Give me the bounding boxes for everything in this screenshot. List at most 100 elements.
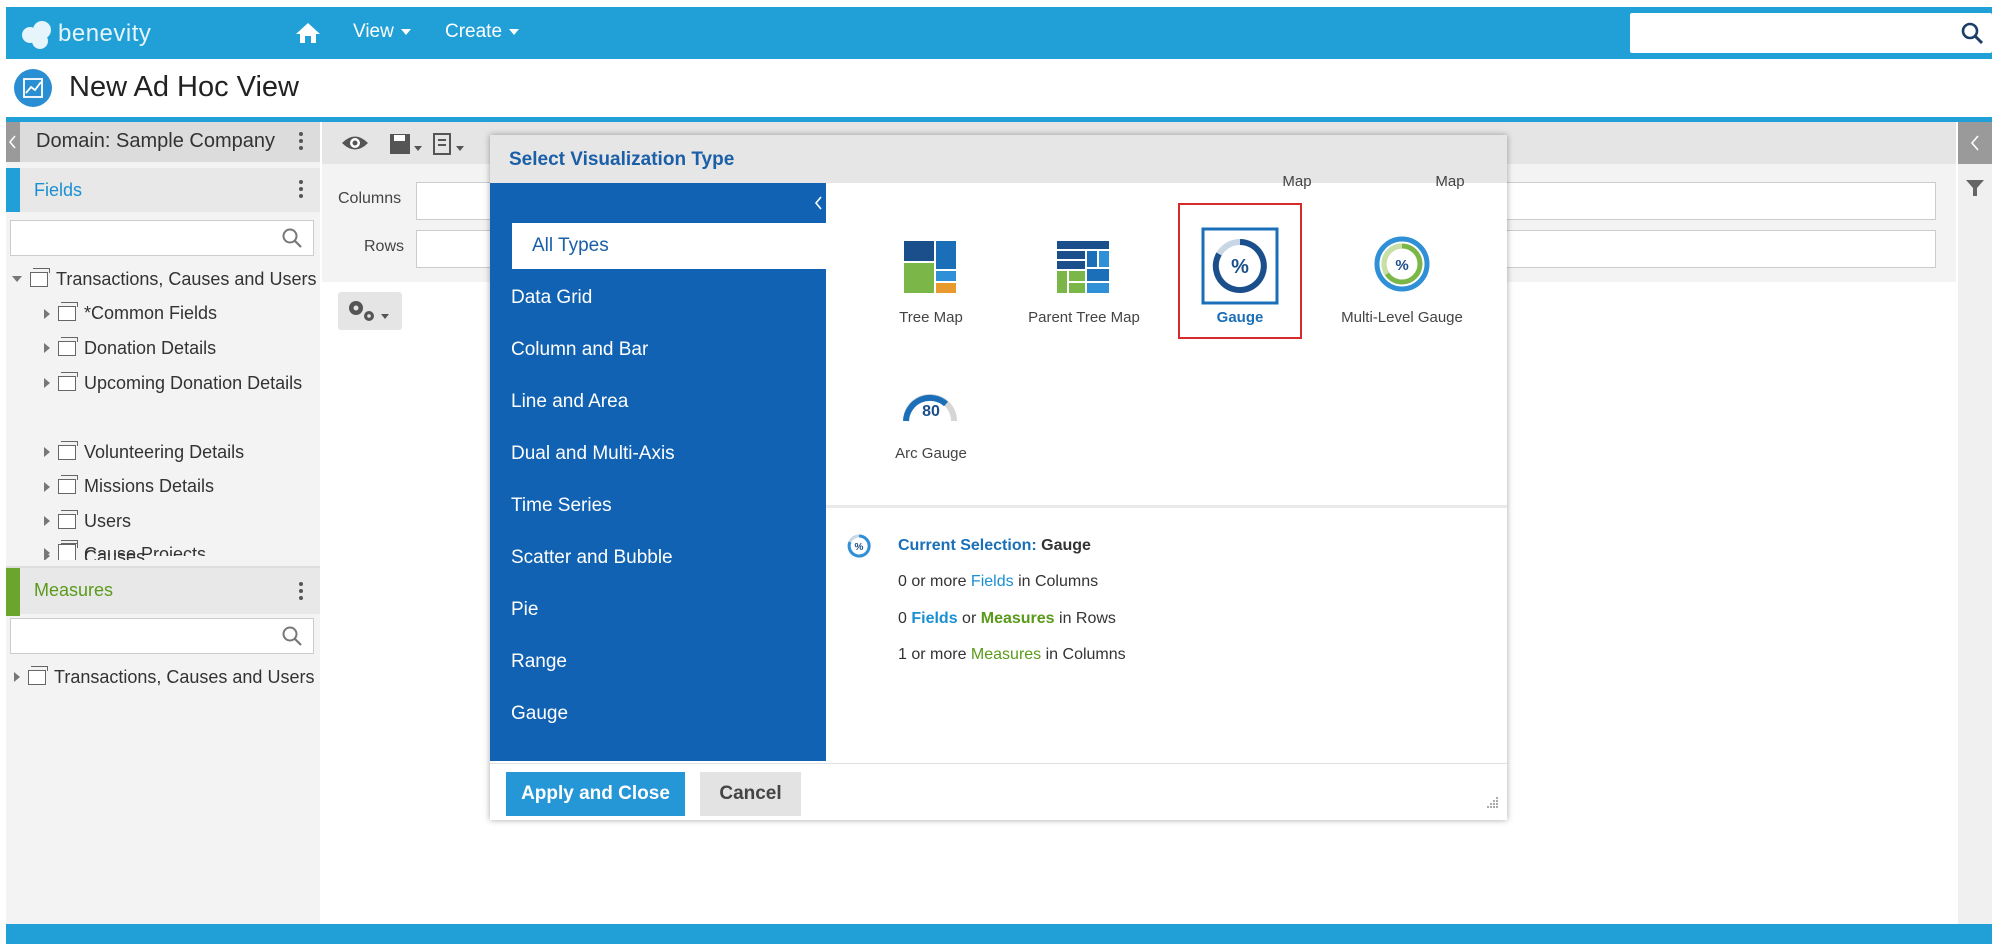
data-source-panel: Domain: Sample Company Fields Transactio…: [6, 122, 320, 924]
category-scatter-and-bubble[interactable]: Scatter and Bubble: [511, 547, 673, 569]
expand-icon[interactable]: [44, 308, 50, 319]
multi-level-gauge-icon: %: [1374, 236, 1430, 292]
tree-item[interactable]: Missions Details: [6, 470, 320, 505]
create-menu[interactable]: Create: [445, 21, 520, 43]
home-icon[interactable]: [294, 21, 322, 45]
rule-text: 0: [898, 610, 907, 627]
viz-parent-tree-map[interactable]: Parent Tree Map: [1009, 233, 1159, 333]
fields-accent-bar: [6, 168, 20, 212]
viz-multi-level-gauge[interactable]: % Multi-Level Gauge: [1317, 233, 1487, 333]
category-range[interactable]: Range: [511, 651, 567, 673]
selection-rule: 0 or more Fields in Columns: [898, 573, 1098, 591]
gauge-small-icon: %: [846, 533, 872, 564]
dialog-footer: Apply and Close Cancel: [490, 763, 1507, 820]
export-icon[interactable]: [432, 132, 468, 161]
tree-item-label: Cause Projects: [84, 544, 207, 556]
tree-item-label: Users: [84, 510, 132, 531]
measures-search-input[interactable]: [10, 618, 314, 654]
current-selection-label: Current Selection:: [898, 537, 1037, 554]
category-line-and-area[interactable]: Line and Area: [511, 391, 628, 413]
expand-icon[interactable]: [14, 672, 20, 683]
search-icon[interactable]: [1960, 21, 1984, 50]
tree-map-icon: [904, 241, 956, 293]
collapse-right-panel-button[interactable]: [1958, 122, 1992, 164]
arc-gauge-sample-value: 80: [922, 403, 940, 420]
viz-arc-gauge[interactable]: 80 Arc Gauge: [856, 381, 1006, 481]
category-data-grid[interactable]: Data Grid: [511, 287, 592, 309]
tree-root-label: Transactions, Causes and Users: [54, 666, 315, 687]
global-search-input[interactable]: [1630, 13, 1992, 53]
apply-and-close-button[interactable]: Apply and Close: [506, 772, 685, 816]
viz-tree-map[interactable]: Tree Map: [856, 233, 1006, 333]
tree-item[interactable]: Donation Details: [6, 331, 320, 366]
save-icon[interactable]: [388, 132, 424, 161]
tree-root-label: Transactions, Causes and Users: [56, 268, 317, 289]
category-gauge[interactable]: Gauge: [511, 703, 568, 725]
rule-text: in Rows: [1059, 610, 1116, 627]
tree-root-row[interactable]: Transactions, Causes and Users: [6, 660, 320, 695]
line-chart-icon: [14, 69, 52, 107]
rule-text: 0 or more: [898, 573, 967, 590]
view-menu[interactable]: View: [353, 21, 411, 43]
rule-text: or: [962, 610, 977, 627]
rule-measures: Measures: [980, 610, 1055, 627]
benevity-logo[interactable]: benevity: [22, 17, 151, 51]
tree-item[interactable]: Users: [6, 504, 320, 539]
fields-menu-icon[interactable]: [298, 180, 304, 202]
domain-menu-icon[interactable]: [298, 132, 304, 154]
rows-label: Rows: [364, 238, 405, 255]
category-all-types[interactable]: All Types: [512, 223, 826, 269]
measures-menu-icon[interactable]: [298, 582, 304, 604]
expand-icon[interactable]: [44, 343, 50, 354]
dialog-title: Select Visualization Type: [509, 149, 735, 170]
category-column-and-bar[interactable]: Column and Bar: [511, 339, 648, 361]
fields-section-header: Fields: [6, 168, 320, 212]
options-menu-button[interactable]: [338, 292, 402, 330]
rule-measures: Measures: [970, 646, 1042, 663]
benevity-logo-icon: [22, 19, 52, 49]
search-icon[interactable]: [281, 227, 303, 254]
cancel-button[interactable]: Cancel: [700, 772, 801, 816]
rule-text: in Columns: [1045, 646, 1126, 663]
rule-fields: Fields: [970, 573, 1014, 590]
measures-title: Measures: [34, 580, 114, 600]
partial-type-label: Map: [1435, 173, 1465, 190]
expand-icon[interactable]: [44, 447, 50, 458]
parent-tree-map-icon: [1057, 241, 1109, 293]
tree-item[interactable]: Upcoming Donation Details: [6, 366, 320, 401]
resize-handle-icon[interactable]: [1485, 795, 1499, 814]
page-title: New Ad Hoc View: [69, 71, 299, 103]
expand-icon[interactable]: [12, 276, 22, 283]
tree-item[interactable]: Volunteering Details: [6, 435, 320, 470]
tree-item[interactable]: *Common Fields: [6, 297, 320, 332]
collapse-panel-button[interactable]: [6, 122, 20, 162]
viz-label: Multi-Level Gauge: [1341, 309, 1463, 326]
fields-tree: Transactions, Causes and Users *Common F…: [6, 262, 320, 440]
expand-icon[interactable]: [44, 481, 50, 492]
fields-title: Fields: [34, 180, 83, 200]
tree-item[interactable]: Cause Projects: [6, 536, 320, 556]
collapse-categories-button[interactable]: [810, 183, 826, 223]
category-time-series[interactable]: Time Series: [511, 495, 612, 517]
viz-gauge[interactable]: % Gauge: [1165, 227, 1315, 333]
expand-icon[interactable]: [44, 548, 50, 556]
filter-icon[interactable]: [1965, 178, 1985, 203]
folder-icon: [28, 665, 48, 685]
footer-bar: [6, 924, 1992, 944]
search-icon[interactable]: [281, 625, 303, 652]
tree-item-label: *Common Fields: [84, 303, 218, 324]
expand-icon[interactable]: [44, 378, 50, 389]
category-dual-and-multi-axis[interactable]: Dual and Multi-Axis: [511, 443, 675, 465]
tree-root-row[interactable]: Transactions, Causes and Users: [6, 262, 320, 297]
tree-item-label: Donation Details: [84, 337, 217, 358]
expand-icon[interactable]: [44, 516, 50, 527]
domain-header: Domain: Sample Company: [6, 122, 320, 162]
logo-text: benevity: [58, 20, 152, 47]
view-menu-label: View: [353, 21, 394, 42]
eye-icon[interactable]: [340, 132, 370, 159]
viz-label: Gauge: [1216, 309, 1264, 326]
visualization-category-list: All Types Data Grid Column and Bar Line …: [490, 183, 826, 761]
fields-search-input[interactable]: [10, 220, 314, 256]
category-pie[interactable]: Pie: [511, 599, 538, 621]
folder-icon: [58, 509, 78, 529]
